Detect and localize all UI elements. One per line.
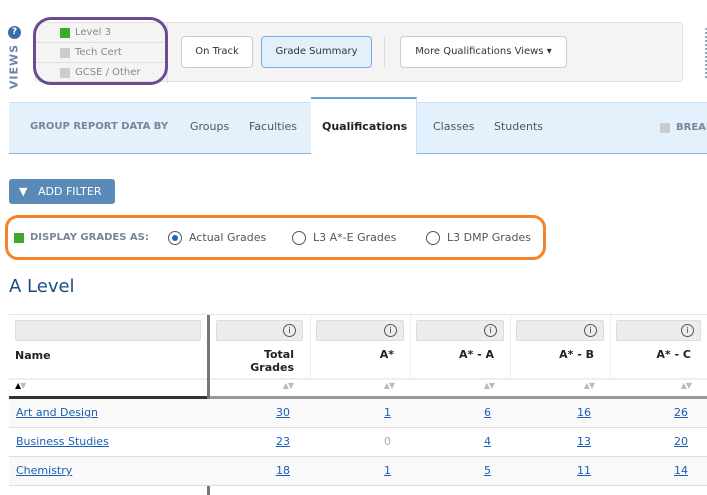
grade-count-link[interactable]: 14 xyxy=(674,464,688,477)
radio-actual-grades[interactable] xyxy=(168,231,182,245)
grade-count[interactable]: 1 xyxy=(310,406,391,419)
column-header[interactable]: A* - B xyxy=(516,348,594,361)
column-divider xyxy=(410,315,411,379)
grade-count[interactable]: 13 xyxy=(510,435,591,448)
add-filter-button[interactable]: ▼ ADD FILTER xyxy=(9,179,115,204)
grade-count[interactable]: 26 xyxy=(610,406,688,419)
info-icon[interactable]: i xyxy=(681,324,694,337)
more-views-dropdown[interactable]: More Qualifications Views ▾ xyxy=(400,36,567,68)
highlight-box xyxy=(33,17,168,85)
radio-label: Actual Grades xyxy=(189,231,267,244)
column-divider xyxy=(510,315,511,379)
grade-count[interactable]: 11 xyxy=(510,464,591,477)
tab-classes[interactable]: Classes xyxy=(433,120,474,133)
radio-label: L3 A*-E Grades xyxy=(313,231,397,244)
break-checkbox[interactable] xyxy=(660,123,670,133)
break-label: BREAK xyxy=(676,122,707,133)
grade-count[interactable]: 23 xyxy=(210,435,290,448)
grade-count[interactable]: 6 xyxy=(410,406,491,419)
radio-label: L3 DMP Grades xyxy=(447,231,531,244)
tab-groups[interactable]: Groups xyxy=(190,120,229,133)
grade-count-link[interactable]: 26 xyxy=(674,406,688,419)
grade-count-link[interactable]: 13 xyxy=(577,435,591,448)
sort-arrows-icon[interactable]: ▲▼ xyxy=(316,381,395,390)
grade-count-link[interactable]: 20 xyxy=(674,435,688,448)
grade-summary-button[interactable]: Grade Summary xyxy=(261,36,372,68)
table-top-border xyxy=(9,314,707,315)
section-title: A Level xyxy=(9,276,75,297)
radio-l3-dmp-grades[interactable] xyxy=(426,231,440,245)
column-filter-input[interactable]: i xyxy=(616,320,701,341)
grade-count[interactable]: 4 xyxy=(410,435,491,448)
views-label: ? VIEWS xyxy=(7,26,21,90)
row-name-link[interactable]: Business Studies xyxy=(16,435,109,448)
column-header[interactable]: A* xyxy=(316,348,394,361)
info-icon[interactable]: i xyxy=(484,324,497,337)
column-divider xyxy=(610,315,611,379)
column-filter-input[interactable]: i xyxy=(316,320,404,341)
column-header[interactable]: Total Grades xyxy=(224,348,294,374)
column-header[interactable]: Name xyxy=(15,349,191,362)
on-track-button[interactable]: On Track xyxy=(181,36,253,68)
link[interactable]: Business Studies xyxy=(16,435,109,448)
row-name-link[interactable]: Chemistry xyxy=(16,464,72,477)
row-name-link[interactable]: Art and Design xyxy=(16,406,98,419)
divider xyxy=(384,36,385,68)
grade-count[interactable]: 20 xyxy=(610,435,688,448)
column-filter-input[interactable]: i xyxy=(416,320,504,341)
grade-count-link[interactable]: 6 xyxy=(484,406,491,419)
grade-count-link[interactable]: 1 xyxy=(384,464,391,477)
grade-count[interactable]: 5 xyxy=(410,464,491,477)
sort-arrows-icon[interactable]: ▲▼ xyxy=(416,381,495,390)
sort-arrows-icon[interactable]: ▲▼ xyxy=(216,381,294,390)
tab-students[interactable]: Students xyxy=(494,120,543,133)
grade-count[interactable]: 1 xyxy=(310,464,391,477)
sort-arrows-icon[interactable]: ▲▼ xyxy=(616,381,692,390)
column-filter-input[interactable]: i xyxy=(216,320,303,341)
tab-qualifications[interactable]: Qualifications xyxy=(322,120,407,133)
sort-arrows-icon[interactable]: ▲▼ xyxy=(516,381,595,390)
grade-count-link[interactable]: 18 xyxy=(276,464,290,477)
grade-count[interactable]: 18 xyxy=(210,464,290,477)
column-filter-input[interactable] xyxy=(15,320,201,341)
grade-count-link[interactable]: 11 xyxy=(577,464,591,477)
info-icon[interactable]: i xyxy=(283,324,296,337)
column-divider xyxy=(310,315,311,379)
link[interactable]: Art and Design xyxy=(16,406,98,419)
grade-count-link[interactable]: 5 xyxy=(484,464,491,477)
grade-count[interactable]: 14 xyxy=(610,464,688,477)
group-by-label: GROUP REPORT DATA BY xyxy=(30,121,169,132)
grade-count[interactable]: 30 xyxy=(210,406,290,419)
column-filter-input[interactable]: i xyxy=(516,320,604,341)
filter-icon: ▼ xyxy=(19,185,28,198)
info-icon[interactable]: i xyxy=(584,324,597,337)
grade-count-link[interactable]: 16 xyxy=(577,406,591,419)
sort-arrows-icon[interactable]: ▲▼ xyxy=(15,381,191,390)
grade-count: 0 xyxy=(384,435,391,448)
display-grades-label: DISPLAY GRADES AS: xyxy=(30,232,149,243)
info-icon[interactable]: i xyxy=(384,324,397,337)
grade-count-link[interactable]: 4 xyxy=(484,435,491,448)
grade-count-link[interactable]: 30 xyxy=(276,406,290,419)
divider xyxy=(9,378,707,380)
grade-count[interactable]: 16 xyxy=(510,406,591,419)
green-square-icon xyxy=(14,233,24,243)
column-header[interactable]: A* - C xyxy=(616,348,691,361)
grade-count-link[interactable]: 1 xyxy=(384,406,391,419)
column-header[interactable]: A* - A xyxy=(416,348,494,361)
tab-faculties[interactable]: Faculties xyxy=(249,120,297,133)
grade-count-link[interactable]: 23 xyxy=(276,435,290,448)
radio-l3-ae-grades[interactable] xyxy=(292,231,306,245)
link[interactable]: Chemistry xyxy=(16,464,72,477)
